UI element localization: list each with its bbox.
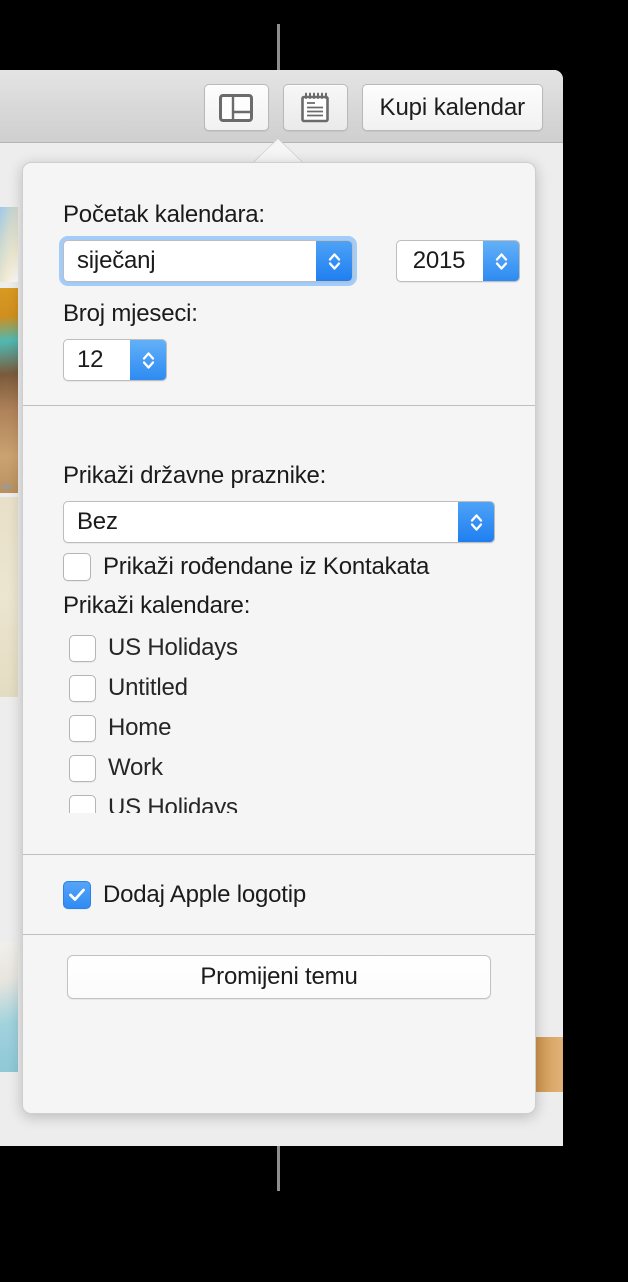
- notebook-icon: [301, 92, 329, 122]
- list-item[interactable]: Untitled: [69, 668, 535, 708]
- calendar-name: Work: [108, 754, 163, 781]
- months-count-row: 12: [63, 339, 535, 381]
- month-year-row: siječanj 2015: [59, 236, 535, 286]
- list-item[interactable]: US Holidays: [69, 788, 535, 813]
- calendar-list[interactable]: US Holidays Untitled Home Work US Holida…: [23, 628, 535, 813]
- change-theme-button[interactable]: Promijeni temu: [67, 955, 491, 999]
- calendar-checkbox[interactable]: [69, 634, 96, 662]
- chevron-updown-glyph: [470, 513, 482, 531]
- list-item[interactable]: US Holidays: [69, 628, 535, 668]
- background-photo-thumbnail: [0, 942, 18, 1072]
- chevron-updown-glyph: [328, 252, 340, 270]
- birthdays-checkbox[interactable]: [63, 553, 91, 581]
- list-item[interactable]: Work: [69, 748, 535, 788]
- chevron-updown-icon: [316, 241, 352, 281]
- start-month-value: siječanj: [77, 247, 156, 274]
- window-toolbar: Kupi kalendar: [0, 70, 563, 143]
- apple-logo-section: Dodaj Apple logotip: [23, 855, 535, 934]
- calendar-name: US Holidays: [108, 634, 238, 661]
- stepper-updown-icon: [483, 241, 519, 281]
- calendar-checkbox[interactable]: [69, 754, 96, 782]
- layout-view-button[interactable]: [203, 84, 269, 131]
- months-count-label: Broj mjeseci:: [63, 300, 198, 327]
- calendar-checkbox[interactable]: [69, 714, 96, 742]
- screenshot-stage: Kupi kalendar Početak kalendara: siječan…: [0, 0, 628, 1282]
- chevron-updown-icon: [458, 502, 494, 542]
- calendar-name: Untitled: [108, 674, 188, 701]
- background-photo-thumbnail: [0, 288, 18, 493]
- background-photo-thumbnail: [0, 497, 18, 697]
- calendar-options-popover: Početak kalendara: siječanj 2015 Broj mj…: [22, 162, 536, 1114]
- apple-logo-checkbox[interactable]: [63, 881, 91, 909]
- calendar-checkbox[interactable]: [69, 674, 96, 702]
- checkmark-icon: [69, 888, 85, 901]
- holidays-value: Bez: [77, 508, 118, 535]
- calendar-name: US Holidays: [108, 794, 238, 813]
- birthdays-label: Prikaži rođendane iz Kontakata: [103, 553, 430, 580]
- start-month-popup[interactable]: siječanj: [59, 236, 357, 286]
- calendar-start-label: Početak kalendara:: [63, 201, 265, 228]
- holidays-row: Bez: [63, 501, 535, 543]
- months-count-stepper[interactable]: 12: [63, 339, 167, 381]
- holidays-popup[interactable]: Bez: [63, 501, 495, 543]
- start-year-value: 2015: [412, 247, 466, 274]
- calendar-checkbox[interactable]: [69, 794, 96, 813]
- stepper-updown-icon: [130, 340, 166, 380]
- holidays-label: Prikaži državne praznike:: [63, 462, 327, 489]
- chevron-updown-glyph: [495, 252, 507, 270]
- toolbar-button-group: Kupi kalendar: [203, 84, 543, 131]
- birthdays-checkbox-row[interactable]: Prikaži rođendane iz Kontakata: [63, 553, 535, 581]
- months-count-value: 12: [77, 346, 104, 373]
- list-item[interactable]: Home: [69, 708, 535, 748]
- calendar-options-button[interactable]: [282, 84, 348, 131]
- background-photo-thumbnail: [0, 207, 18, 282]
- apple-logo-label: Dodaj Apple logotip: [103, 881, 307, 908]
- popover-footer: Promijeni temu: [23, 935, 535, 999]
- buy-calendar-button[interactable]: Kupi kalendar: [361, 84, 543, 131]
- start-year-stepper[interactable]: 2015: [396, 240, 520, 282]
- calendar-start-section: Početak kalendara: siječanj 2015 Broj mj…: [23, 163, 535, 405]
- chevron-updown-glyph: [142, 351, 154, 369]
- split-layout-icon: [219, 93, 254, 122]
- holidays-section: Prikaži državne praznike: Bez Prikaži ro…: [23, 406, 535, 620]
- apple-logo-checkbox-row[interactable]: Dodaj Apple logotip: [63, 881, 535, 909]
- calendar-name: Home: [108, 714, 172, 741]
- show-calendars-label: Prikaži kalendare:: [63, 592, 251, 619]
